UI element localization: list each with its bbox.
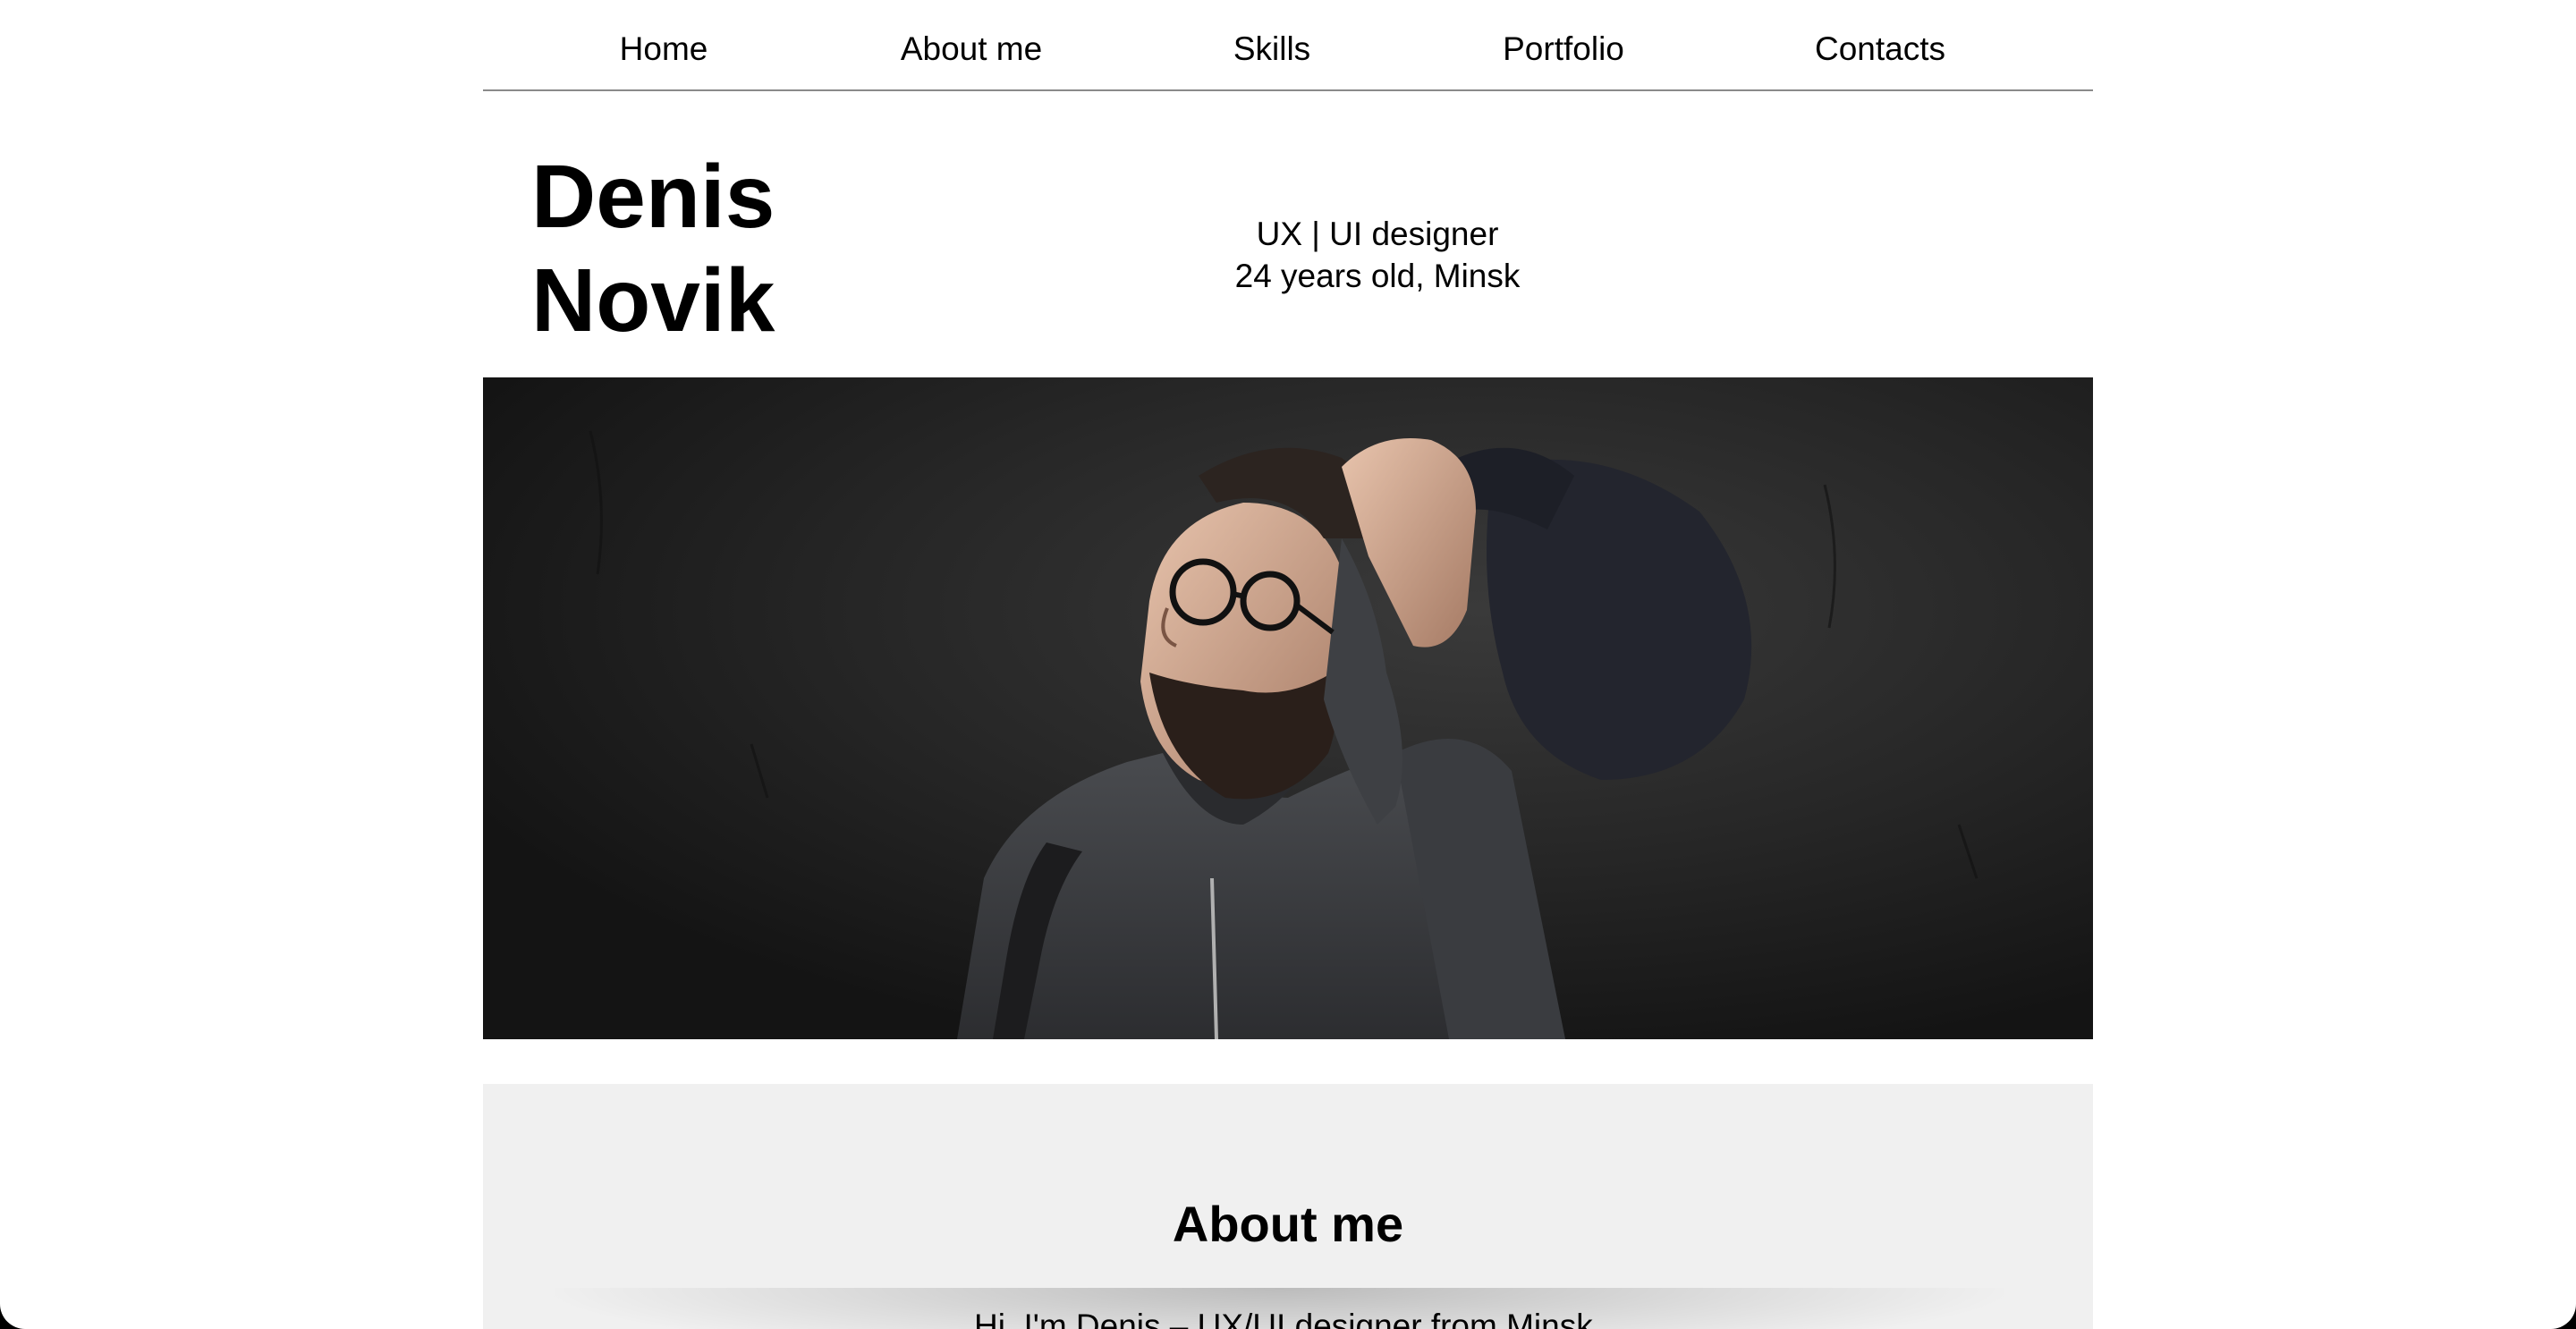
- about-section: About me Hi, I'm Denis – UX/UI designer …: [483, 1084, 2093, 1329]
- top-navigation: Home About me Skills Portfolio Contacts: [483, 0, 2093, 91]
- hero-subtitle: UX | UI designer 24 years old, Minsk: [1109, 213, 1646, 297]
- nav-item-contacts[interactable]: Contacts: [1815, 27, 1945, 72]
- nav-item-skills[interactable]: Skills: [1233, 27, 1310, 72]
- hero-photo: [483, 377, 2093, 1039]
- hero-role: UX | UI designer: [1256, 216, 1499, 252]
- page-container: Home About me Skills Portfolio Contacts …: [483, 0, 2093, 1329]
- about-title: About me: [1172, 1196, 1404, 1252]
- portrait-image: [483, 377, 2093, 1039]
- hero-name: Denis Novik: [531, 145, 775, 352]
- nav-item-home[interactable]: Home: [620, 27, 708, 72]
- nav-item-portfolio[interactable]: Portfolio: [1503, 27, 1624, 72]
- nav-item-about-me[interactable]: About me: [901, 27, 1042, 72]
- hero-details: 24 years old, Minsk: [1234, 258, 1521, 294]
- browser-viewport: Home About me Skills Portfolio Contacts …: [0, 0, 2576, 1329]
- about-text: Hi, I'm Denis – UX/UI designer from Mins…: [973, 1308, 1603, 1329]
- hero-first-name: Denis: [531, 147, 775, 247]
- hero-last-name: Novik: [531, 250, 775, 351]
